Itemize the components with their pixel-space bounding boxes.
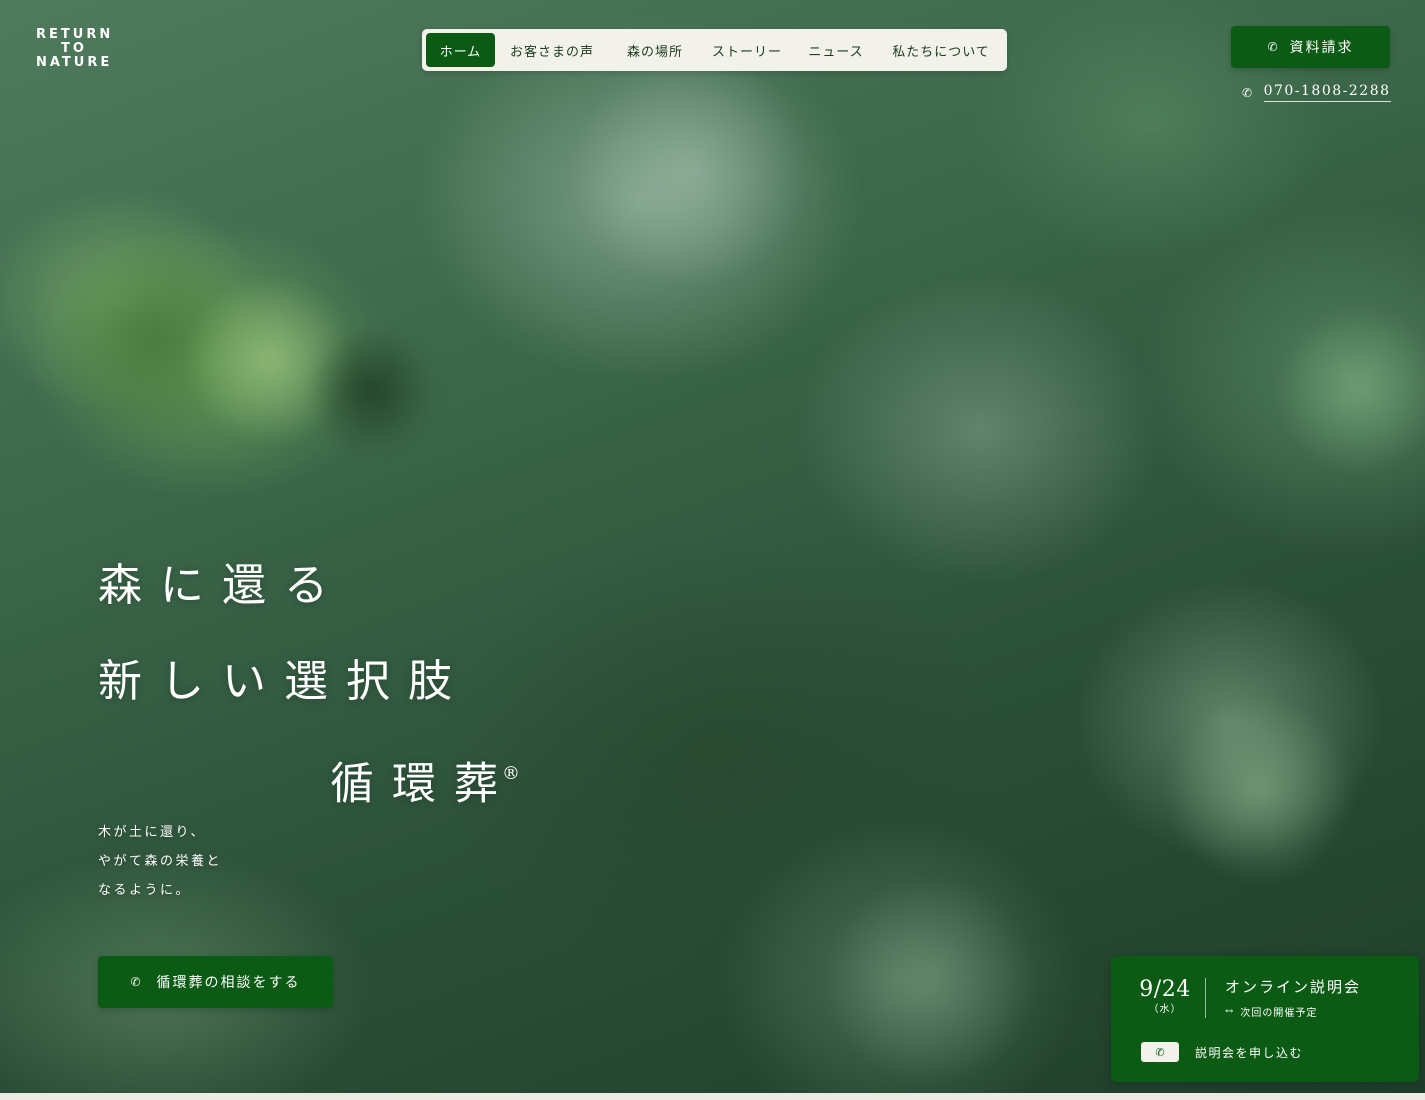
nav-item-forest-places[interactable]: 森の場所 bbox=[609, 33, 701, 67]
hero-headline: 森に還る 新しい選択肢 循環葬® bbox=[98, 556, 534, 815]
brand-logo[interactable]: RETURN TO NATURE bbox=[36, 28, 112, 70]
phone-icon: ✆ bbox=[130, 975, 143, 989]
event-date: 9/24 （水） bbox=[1139, 976, 1191, 1016]
phone-icon: ✆ bbox=[1267, 40, 1280, 54]
nav-item-news[interactable]: ニュース bbox=[793, 33, 879, 67]
event-title: オンライン説明会 bbox=[1225, 978, 1362, 996]
nav-item-home[interactable]: ホーム bbox=[426, 33, 495, 67]
double-arrow-icon: ↔ bbox=[1225, 1006, 1235, 1017]
nav-item-voices[interactable]: お客さまの声 bbox=[495, 33, 609, 67]
nav-item-about-us[interactable]: 私たちについて bbox=[879, 33, 1003, 67]
phone-icon: ✆ bbox=[1242, 85, 1254, 100]
apply-briefing-button[interactable]: ✆ 説明会を申し込む bbox=[1141, 1042, 1303, 1062]
headline-line-1: 森に還る bbox=[98, 560, 346, 611]
hero-subcopy: 木が土に還り、 やがて森の栄養と なるように。 bbox=[98, 818, 222, 905]
online-briefing-card: 9/24 （水） オンライン説明会 ↔ 次回の開催予定 ✆ 説明会を申し込む bbox=[1111, 956, 1419, 1082]
request-documents-button[interactable]: ✆ 資料請求 bbox=[1231, 26, 1390, 68]
event-divider bbox=[1205, 978, 1206, 1018]
event-day-of-week: （水） bbox=[1148, 1004, 1182, 1015]
page-bottom-edge bbox=[0, 1093, 1425, 1100]
subcopy-line-2: やがて森の栄養と bbox=[98, 854, 223, 869]
main-nav: ホーム お客さまの声 森の場所 ストーリー ニュース 私たちについて bbox=[422, 29, 1007, 71]
event-date-value: 9/24 bbox=[1139, 977, 1191, 1002]
phone-contact[interactable]: ✆ 070-1808-2288 bbox=[1242, 83, 1391, 102]
consult-label: 循環葬の相談をする bbox=[156, 975, 301, 991]
logo-line-2: TO bbox=[61, 41, 87, 56]
headline-line-2: 新しい選択肢 bbox=[98, 656, 470, 707]
headline-product-name: 循環葬 bbox=[330, 758, 516, 810]
logo-line-3: NATURE bbox=[36, 55, 113, 70]
hero-background bbox=[0, 0, 1425, 1093]
logo-line-1: RETURN bbox=[36, 27, 114, 42]
apply-briefing-label: 説明会を申し込む bbox=[1195, 1045, 1304, 1060]
headline-line-3: 循環葬® bbox=[330, 748, 534, 815]
event-subtitle: ↔ 次回の開催予定 bbox=[1225, 1004, 1317, 1019]
nav-item-story[interactable]: ストーリー bbox=[701, 33, 793, 67]
subcopy-line-1: 木が土に還り、 bbox=[98, 825, 206, 840]
event-subtitle-text: 次回の開催予定 bbox=[1240, 1008, 1318, 1019]
request-documents-label: 資料請求 bbox=[1289, 40, 1354, 56]
phone-icon: ✆ bbox=[1141, 1042, 1179, 1062]
consult-button[interactable]: ✆ 循環葬の相談をする bbox=[98, 956, 333, 1008]
registered-mark: ® bbox=[502, 763, 520, 784]
phone-number[interactable]: 070-1808-2288 bbox=[1263, 83, 1391, 102]
subcopy-line-3: なるように。 bbox=[98, 883, 192, 898]
